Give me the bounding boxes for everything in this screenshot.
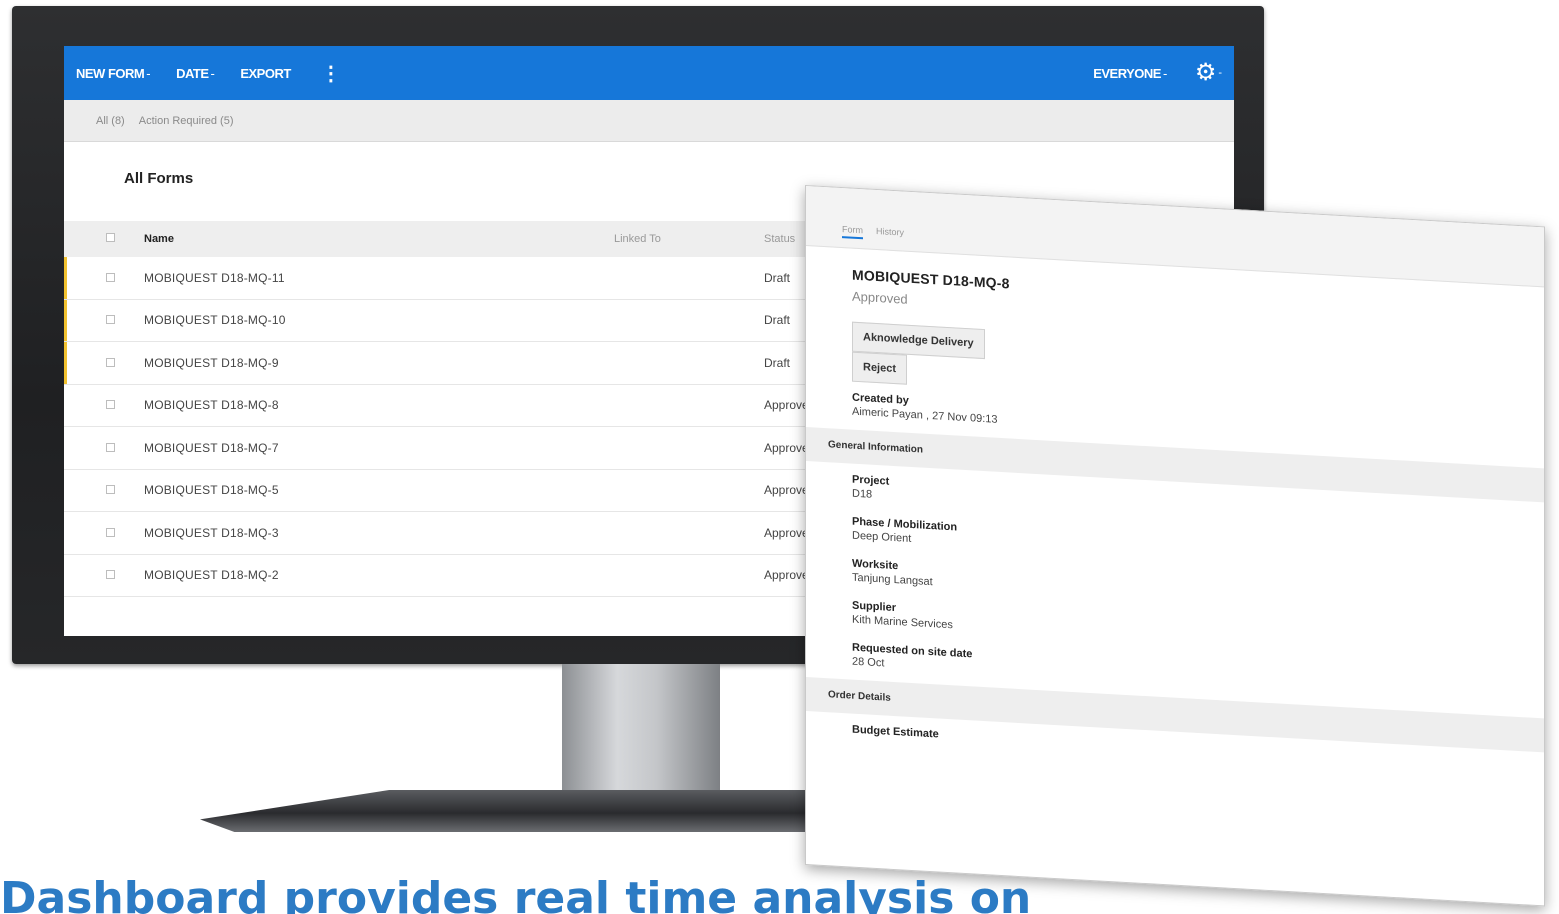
select-all-checkbox[interactable] — [106, 233, 115, 242]
more-vertical-icon[interactable]: ⋮ — [321, 61, 341, 86]
marketing-caption: Dashboard provides real time analysis on — [0, 873, 1032, 914]
new-form-button[interactable]: NEW FORM - — [76, 65, 151, 81]
row-checkbox-cell — [64, 441, 144, 455]
gear-icon[interactable]: ⚙ — [1195, 61, 1217, 85]
row-name: MOBIQUEST D18-MQ-3 — [144, 525, 279, 540]
row-checkbox[interactable] — [106, 400, 115, 410]
row-checkbox[interactable] — [106, 315, 115, 325]
row-checkbox-cell — [64, 568, 144, 582]
date-label: DATE — [176, 65, 209, 81]
export-label: EXPORT — [240, 65, 291, 81]
new-form-label: NEW FORM — [76, 65, 145, 81]
row-checkbox[interactable] — [106, 527, 115, 537]
caret-down-icon: - — [146, 65, 151, 81]
row-checkbox[interactable] — [106, 442, 115, 452]
header-checkbox-cell — [64, 233, 144, 245]
row-checkbox[interactable] — [106, 485, 115, 495]
top-toolbar: NEW FORM - DATE - EXPORT ⋮ EVERYONE - ⚙ - — [64, 46, 1234, 100]
detail-body: MOBIQUEST D18-MQ-8 Approved Aknowledge D… — [806, 246, 1544, 774]
row-checkbox-cell — [64, 356, 144, 370]
row-name: MOBIQUEST D18-MQ-5 — [144, 483, 279, 498]
column-header-name[interactable]: Name — [144, 233, 614, 245]
row-checkbox-cell — [64, 271, 144, 285]
row-checkbox-cell — [64, 483, 144, 497]
caret-down-icon: - — [210, 65, 215, 81]
row-name: MOBIQUEST D18-MQ-8 — [144, 398, 279, 413]
caret-down-icon: - — [1162, 65, 1167, 81]
row-checkbox-cell — [64, 398, 144, 412]
tab-form[interactable]: Form — [842, 224, 863, 240]
row-name: MOBIQUEST D18-MQ-2 — [144, 568, 279, 583]
tab-history[interactable]: History — [876, 226, 904, 238]
everyone-label: EVERYONE — [1093, 65, 1161, 81]
filter-all-tab[interactable]: All (8) — [96, 115, 125, 127]
form-detail-panel: Form History MOBIQUEST D18-MQ-8 Approved… — [805, 185, 1545, 907]
caret-down-icon[interactable]: - — [1218, 67, 1222, 79]
row-name: MOBIQUEST D18-MQ-7 — [144, 440, 279, 455]
monitor-stand-neck — [562, 664, 720, 792]
date-filter-button[interactable]: DATE - — [176, 65, 215, 81]
row-name: MOBIQUEST D18-MQ-9 — [144, 355, 279, 370]
column-header-linked-to[interactable]: Linked To — [614, 233, 764, 245]
row-name: MOBIQUEST D18-MQ-11 — [144, 270, 285, 285]
row-name: MOBIQUEST D18-MQ-10 — [144, 313, 286, 328]
filter-action-required-tab[interactable]: Action Required (5) — [139, 115, 234, 127]
row-checkbox-cell — [64, 313, 144, 327]
row-checkbox[interactable] — [106, 272, 115, 282]
everyone-filter-button[interactable]: EVERYONE - — [1093, 66, 1167, 81]
reject-button[interactable]: Reject — [852, 351, 908, 385]
row-checkbox[interactable] — [106, 570, 115, 580]
row-checkbox[interactable] — [106, 357, 115, 367]
filter-tabs: All (8) Action Required (5) — [64, 100, 1234, 142]
export-button[interactable]: EXPORT — [240, 65, 291, 81]
row-checkbox-cell — [64, 526, 144, 540]
